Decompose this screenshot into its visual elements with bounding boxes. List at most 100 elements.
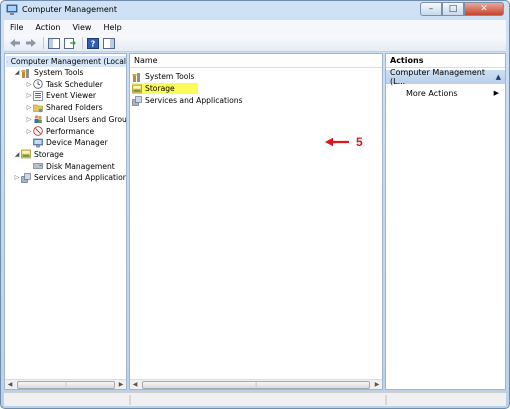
list-item-storage[interactable]: Storage bbox=[132, 83, 198, 94]
toolbar-separator bbox=[82, 37, 83, 49]
menu-file[interactable]: File bbox=[4, 23, 29, 32]
shared-folder-icon bbox=[33, 104, 43, 112]
show-hide-tree-icon[interactable] bbox=[47, 37, 61, 50]
status-bar bbox=[4, 392, 506, 406]
tree-item-label: Local Users and Groups bbox=[46, 114, 127, 124]
tree-item-label: Event Viewer bbox=[46, 91, 96, 101]
annotation-marker: 5 bbox=[324, 135, 363, 149]
tree-root-label: Computer Management (Local bbox=[10, 57, 126, 66]
menu-bar: File Action View Help bbox=[4, 20, 506, 35]
minimize-button[interactable]: – bbox=[420, 2, 442, 16]
tree-item-local-users-and-groups[interactable]: ▷ Local Users and Groups bbox=[25, 114, 127, 125]
close-button[interactable]: ✕ bbox=[464, 2, 504, 16]
expand-toggle-icon[interactable]: ▷ bbox=[25, 92, 33, 99]
grip-icon: ⦙ bbox=[255, 381, 257, 388]
tree-item-disk-management[interactable]: Disk Management bbox=[25, 161, 115, 172]
tree-item-label: Storage bbox=[34, 149, 64, 159]
tree-item-label: Shared Folders bbox=[46, 103, 103, 113]
computer-management-icon bbox=[6, 4, 18, 15]
tree-item-device-manager[interactable]: Device Manager bbox=[25, 137, 108, 148]
scroll-right-arrow-icon[interactable]: ▶ bbox=[116, 380, 126, 390]
tree-item-system-tools[interactable]: ◢ System Tools bbox=[13, 67, 83, 78]
annotation-number: 5 bbox=[356, 135, 363, 149]
back-arrow-icon[interactable] bbox=[8, 37, 22, 50]
computer-management-icon bbox=[7, 61, 8, 62]
list-item-system-tools[interactable]: System Tools bbox=[132, 71, 198, 82]
expand-toggle-icon[interactable]: ▷ bbox=[25, 116, 33, 123]
scrollbar-thumb[interactable]: ⦙ bbox=[17, 381, 115, 389]
tree-item-label: Disk Management bbox=[46, 161, 115, 171]
list-horizontal-scrollbar[interactable]: ◀ ⦙ ▶ bbox=[130, 379, 382, 389]
more-actions-label: More Actions bbox=[406, 88, 458, 98]
maximize-button[interactable]: □ bbox=[442, 2, 464, 16]
tree-item-shared-folders[interactable]: ▷ Shared Folders bbox=[25, 102, 103, 113]
more-actions-item[interactable]: More Actions ▶ bbox=[386, 86, 505, 100]
tree-root-computer-management[interactable]: Computer Management (Local bbox=[6, 56, 126, 67]
actions-header-label: Actions bbox=[390, 56, 424, 65]
list-item-services-and-applications[interactable]: Services and Applications bbox=[132, 95, 247, 106]
tree-item-services-and-applications[interactable]: ▷ Services and Applications bbox=[13, 172, 127, 183]
list-item-label: Storage bbox=[145, 84, 175, 93]
performance-icon bbox=[33, 126, 43, 136]
show-hide-action-pane-icon[interactable] bbox=[102, 37, 116, 50]
actions-group-computer-management[interactable]: Computer Management (L... ▲ bbox=[386, 68, 505, 86]
toolbar-separator bbox=[43, 37, 44, 49]
menu-action[interactable]: Action bbox=[29, 23, 66, 32]
scroll-right-arrow-icon[interactable]: ▶ bbox=[372, 380, 382, 390]
submenu-arrow-icon: ▶ bbox=[493, 89, 499, 97]
tree-item-performance[interactable]: ▷ Performance bbox=[25, 126, 94, 137]
status-divider bbox=[129, 395, 131, 405]
tree-item-storage[interactable]: ◢ Storage bbox=[13, 149, 64, 160]
tree-horizontal-scrollbar[interactable]: ◀ ⦙ ▶ bbox=[5, 379, 126, 389]
list-item-label: System Tools bbox=[145, 72, 195, 81]
tree-item-label: System Tools bbox=[34, 68, 84, 77]
tree-item-task-scheduler[interactable]: ▷ Task Scheduler bbox=[25, 79, 103, 90]
services-icon bbox=[21, 172, 31, 183]
list-item-label: Services and Applications bbox=[145, 96, 243, 105]
clock-icon bbox=[33, 79, 43, 89]
console-tree-pane[interactable]: Computer Management (Local ◢ System Tools… bbox=[4, 53, 127, 390]
computer-management-window: Computer Management – □ ✕ File Action Vi… bbox=[0, 0, 510, 409]
actions-header: Actions bbox=[386, 54, 505, 68]
tools-icon bbox=[132, 72, 140, 82]
tree-item-label: Services and Applications bbox=[34, 173, 127, 183]
toolbar: ? bbox=[4, 35, 506, 52]
scroll-left-arrow-icon[interactable]: ◀ bbox=[130, 380, 140, 390]
event-viewer-icon bbox=[33, 91, 43, 101]
expand-toggle-icon[interactable]: ▷ bbox=[25, 128, 33, 135]
expand-toggle-icon[interactable]: ▷ bbox=[13, 174, 21, 181]
svg-text:?: ? bbox=[91, 39, 96, 48]
expand-toggle-icon[interactable]: ◢ bbox=[13, 151, 21, 158]
tools-icon bbox=[21, 68, 29, 78]
column-header-name[interactable]: Name bbox=[130, 54, 382, 68]
expand-toggle-icon[interactable]: ▷ bbox=[25, 81, 33, 88]
menu-help[interactable]: Help bbox=[97, 23, 127, 32]
users-icon bbox=[34, 115, 42, 124]
scroll-left-arrow-icon[interactable]: ◀ bbox=[5, 380, 15, 390]
window-title: Computer Management bbox=[22, 5, 118, 14]
export-list-icon[interactable] bbox=[63, 37, 77, 50]
tree-item-label: Performance bbox=[46, 126, 95, 136]
caption-buttons: – □ ✕ bbox=[420, 2, 504, 16]
expand-toggle-icon[interactable]: ▷ bbox=[25, 104, 33, 111]
actions-pane: Actions Computer Management (L... ▲ More… bbox=[385, 53, 506, 390]
forward-arrow-icon[interactable] bbox=[24, 37, 38, 50]
tree-item-event-viewer[interactable]: ▷ Event Viewer bbox=[25, 90, 96, 101]
grip-icon: ⦙ bbox=[65, 381, 67, 388]
actions-group-label: Computer Management (L... bbox=[390, 68, 486, 86]
device-manager-icon bbox=[33, 138, 43, 148]
disk-icon bbox=[33, 163, 43, 169]
collapse-chevron-icon[interactable]: ▲ bbox=[496, 73, 501, 81]
red-arrow-icon bbox=[325, 137, 349, 147]
column-header-label: Name bbox=[134, 56, 158, 65]
tree-item-label: Device Manager bbox=[46, 138, 108, 148]
menu-view[interactable]: View bbox=[66, 23, 97, 32]
services-icon bbox=[132, 95, 142, 106]
storage-icon bbox=[132, 84, 142, 93]
expand-toggle-icon[interactable]: ◢ bbox=[13, 69, 21, 76]
storage-icon bbox=[21, 150, 31, 159]
title-bar[interactable]: Computer Management – □ ✕ bbox=[1, 1, 509, 20]
results-list-pane[interactable]: Name System Tools Storage Services and App… bbox=[129, 53, 383, 390]
help-icon[interactable]: ? bbox=[86, 37, 100, 50]
scrollbar-thumb[interactable]: ⦙ bbox=[142, 381, 370, 389]
